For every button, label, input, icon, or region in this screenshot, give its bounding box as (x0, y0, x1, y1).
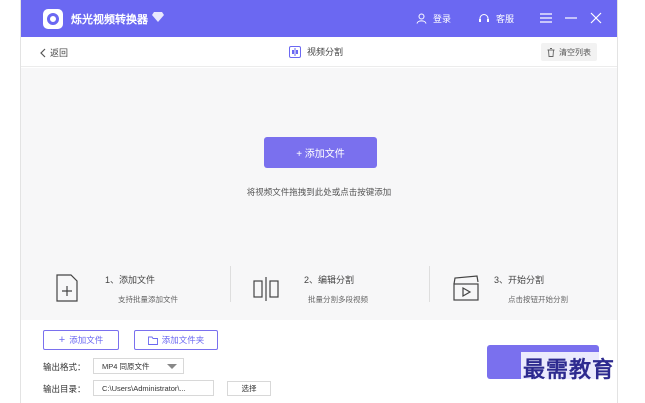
caret-down-icon (167, 364, 177, 369)
mode-title: 视频分割 (289, 45, 343, 58)
title-bar: 烁光视频转换器 登录 客服 (21, 0, 617, 37)
drop-hint: 将视频文件拖拽到此处或点击按键添加 (246, 187, 392, 197)
step-desc: 批量分割多段视频 (308, 295, 368, 304)
chevron-left-icon (40, 48, 46, 57)
add-folder-button[interactable]: 添加文件夹 (134, 330, 218, 350)
drop-zone[interactable]: + 添加文件 将视频文件拖拽到此处或点击按键添加 1、添加文件 支持批量添加文件… (21, 68, 617, 320)
user-icon (416, 13, 427, 24)
close-icon[interactable] (589, 11, 603, 25)
folder-icon (147, 336, 158, 345)
clapper-icon (453, 275, 479, 301)
divider (230, 266, 231, 302)
menu-icon[interactable] (539, 11, 553, 25)
add-folder-label: 添加文件夹 (161, 335, 205, 345)
add-file-label: 添加文件 (69, 335, 104, 345)
step-start: 3、开始分割 点击按钮开始分割 (452, 268, 632, 308)
step-edit: 2、编辑分割 批量分割多段视频 (252, 268, 432, 308)
diamond-icon[interactable] (151, 11, 165, 23)
sub-toolbar: 返回 视频分割 清空列表 (21, 37, 617, 67)
step-title: 1、添加文件 (105, 275, 156, 285)
plus-icon: + (58, 334, 66, 346)
output-dir-field[interactable]: C:\Users\Administrator\... (93, 380, 214, 396)
step-title: 2、编辑分割 (304, 275, 355, 285)
divider (429, 266, 430, 302)
app-title: 烁光视频转换器 (71, 14, 148, 26)
step-desc: 支持批量添加文件 (118, 295, 178, 304)
split-mode-icon (289, 45, 301, 58)
service-button[interactable]: 客服 (478, 12, 514, 25)
add-file-button[interactable]: + 添加文件 (43, 330, 119, 350)
step-desc: 点击按钮开始分割 (508, 295, 568, 304)
step-title: 3、开始分割 (494, 275, 545, 285)
login-button[interactable]: 登录 (416, 12, 451, 25)
trash-icon (547, 47, 555, 57)
minimize-icon[interactable] (564, 11, 578, 25)
app-logo-icon (43, 9, 63, 29)
headset-icon (479, 14, 489, 22)
add-file-icon (56, 274, 78, 302)
dir-label: 输出目录： (43, 384, 86, 394)
back-button[interactable]: 返回 (39, 46, 68, 59)
split-icon (253, 277, 279, 301)
clear-list-button[interactable]: 清空列表 (541, 43, 597, 61)
format-value: MP4 同原文件 (102, 361, 150, 371)
app-window: 烁光视频转换器 登录 客服 返回 视频分割 清空列表 + 添加文件 将视频文件拖… (20, 0, 618, 403)
step-add: 1、添加文件 支持批量添加文件 (53, 268, 233, 308)
format-select[interactable]: MP4 同原文件 (93, 358, 184, 374)
watermark-text: 最需教育 (521, 352, 618, 384)
mode-label: 视频分割 (307, 47, 344, 57)
login-label: 登录 (433, 14, 452, 24)
back-label: 返回 (50, 48, 69, 58)
choose-dir-button[interactable]: 选择 (227, 381, 271, 396)
format-label: 输出格式： (43, 362, 86, 372)
add-file-big-button[interactable]: + 添加文件 (264, 137, 377, 168)
clear-list-label: 清空列表 (559, 47, 591, 57)
service-label: 客服 (496, 14, 515, 24)
